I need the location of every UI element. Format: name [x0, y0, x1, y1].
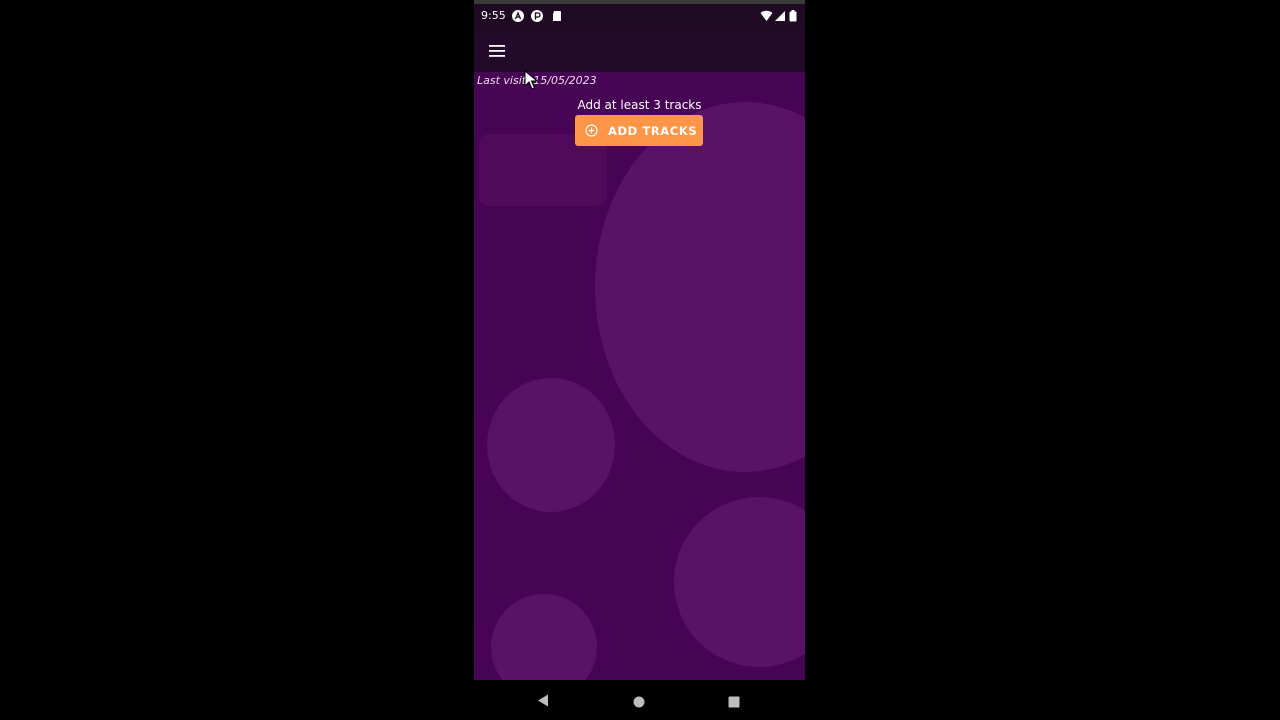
add-tracks-label: ADD TRACKS [608, 123, 698, 138]
background-bubble [487, 378, 615, 512]
last-visit-text: Last visit: 15/05/2023 [477, 74, 597, 87]
cell-signal-icon [774, 9, 786, 21]
back-triangle-icon[interactable] [537, 694, 549, 712]
add-circle-icon [585, 124, 598, 137]
background-bubble [674, 497, 805, 667]
hamburger-menu-icon[interactable] [486, 40, 508, 62]
status-bar: 9:55 [474, 0, 805, 30]
background-bubble [491, 594, 597, 680]
recents-square-icon[interactable] [728, 695, 740, 713]
add-tracks-hint: Add at least 3 tracks [577, 98, 702, 112]
notification-p-icon [531, 9, 543, 22]
app-bar [474, 30, 805, 72]
background-bubble [595, 102, 805, 472]
system-navigation-bar [474, 680, 805, 720]
status-time: 9:55 [481, 9, 506, 22]
wifi-icon [760, 9, 773, 21]
home-circle-icon[interactable] [633, 695, 645, 713]
main-content: Last visit: 15/05/2023 Add at least 3 tr… [474, 72, 805, 680]
sd-card-icon [551, 9, 563, 21]
notification-a-icon [512, 9, 524, 22]
add-tracks-button[interactable]: ADD TRACKS [575, 115, 703, 146]
phone-screen: 9:55 Last visit: 15/05/2023 Add at least… [474, 0, 805, 720]
battery-icon [789, 9, 797, 22]
